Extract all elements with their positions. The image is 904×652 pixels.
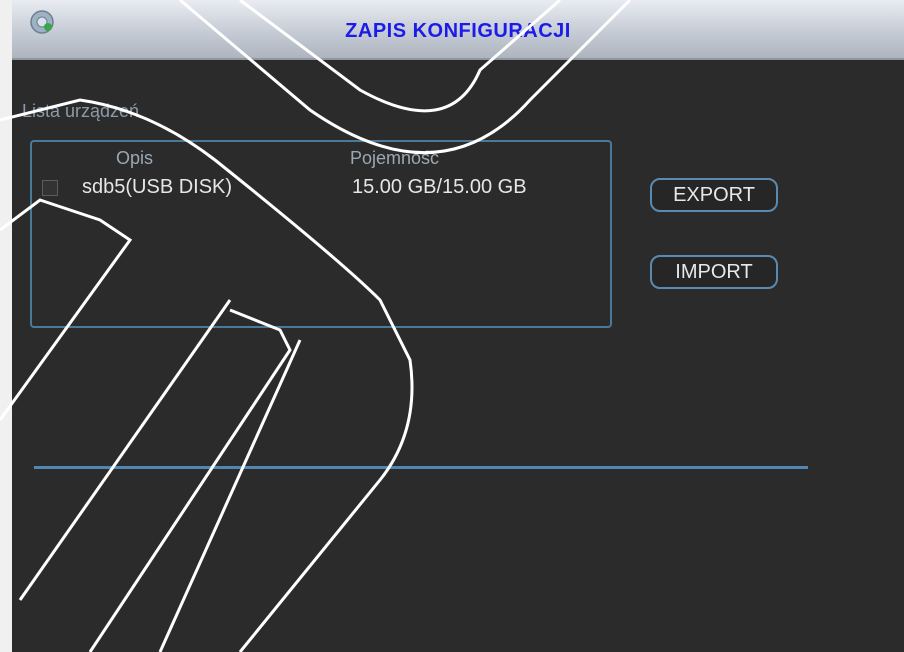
config-backup-window: ZAPIS KONFIGURACJI Lista urządzeń Opis P… [0,0,904,652]
window-left-edge [0,0,12,652]
column-header-capacity: Pojemność [350,148,440,168]
column-header-description: Opis [116,148,154,168]
device-list-label: Lista urządzeń [22,101,140,121]
title-bar: ZAPIS KONFIGURACJI [12,0,904,60]
device-list: Opis Pojemność sdb5(USB DISK) 15.00 GB/1… [30,140,612,328]
import-button[interactable]: IMPORT [650,255,778,289]
progress-fill [34,466,808,469]
device-select-checkbox[interactable] [42,180,58,196]
export-button[interactable]: EXPORT [650,178,778,212]
progress-bar [34,466,808,469]
device-description: sdb5(USB DISK) [82,176,233,198]
device-capacity: 15.00 GB/15.00 GB [352,176,527,198]
device-row[interactable]: sdb5(USB DISK) 15.00 GB/15.00 GB [32,176,610,202]
window-title: ZAPIS KONFIGURACJI [345,20,571,42]
